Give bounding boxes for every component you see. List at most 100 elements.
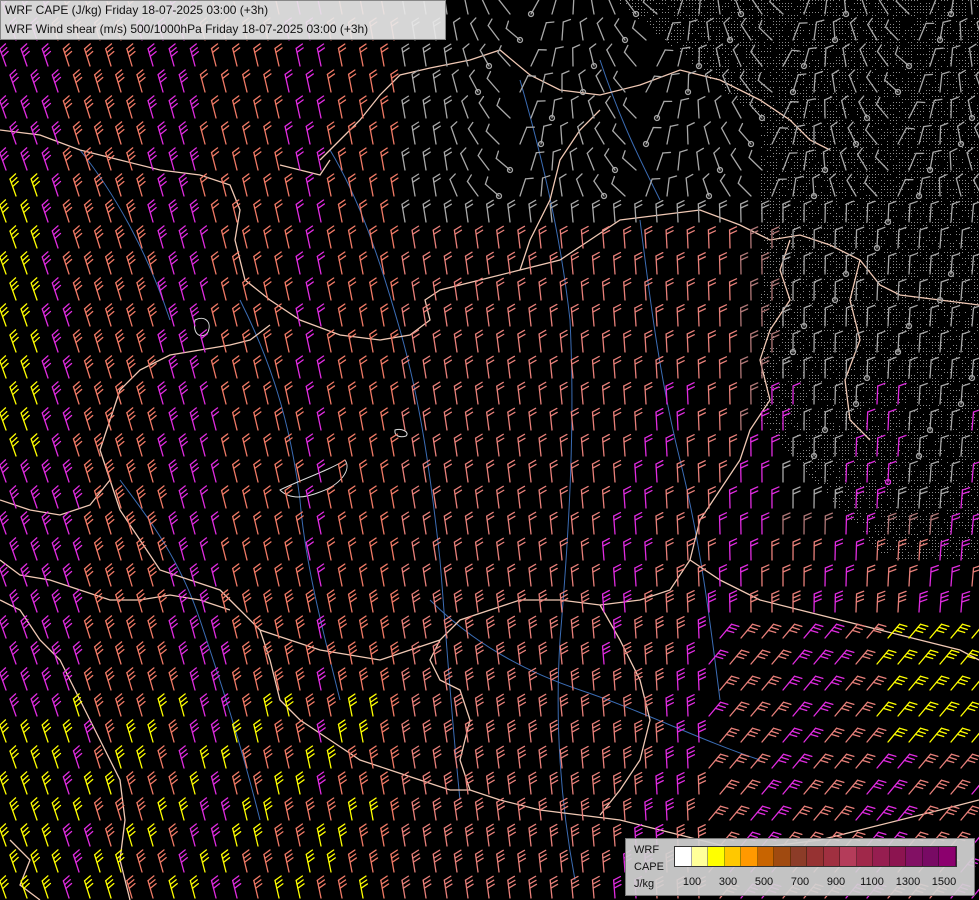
stipple-dot (770, 108, 771, 109)
stipple-dot (929, 189, 930, 190)
stipple-dot (689, 42, 690, 43)
stipple-dot (770, 258, 771, 259)
stipple-dot (872, 225, 873, 226)
stipple-dot (794, 255, 795, 256)
stipple-dot (935, 12, 936, 13)
stipple-dot (764, 219, 765, 220)
stipple-dot (773, 318, 774, 319)
stipple-dot (962, 30, 963, 31)
stipple-dot (920, 156, 921, 157)
stipple-dot (947, 183, 948, 184)
stipple-dot (884, 57, 885, 58)
stipple-dot (887, 150, 888, 151)
stipple-dot (917, 39, 918, 40)
stipple-dot (905, 48, 906, 49)
stipple-dot (815, 12, 816, 13)
stipple-dot (821, 27, 822, 28)
stipple-dot (941, 210, 942, 211)
stipple-dot (824, 15, 825, 16)
stipple-dot (968, 255, 969, 256)
stipple-dot (944, 180, 945, 181)
stipple-dot (962, 246, 963, 247)
stipple-dot (773, 87, 774, 88)
stipple-dot (881, 303, 882, 304)
stipple-dot (752, 45, 753, 46)
stipple-dot (698, 21, 699, 22)
stipple-dot (881, 240, 882, 241)
stipple-dot (830, 84, 831, 85)
stipple-dot (908, 303, 909, 304)
stipple-dot (776, 165, 777, 166)
stipple-dot (677, 36, 678, 37)
stipple-dot (785, 312, 786, 313)
stipple-dot (842, 15, 843, 16)
stipple-dot (917, 165, 918, 166)
stipple-dot (779, 3, 780, 4)
stipple-dot (899, 51, 900, 52)
stipple-dot (959, 33, 960, 34)
stipple-dot (848, 132, 849, 133)
stipple-dot (770, 225, 771, 226)
stipple-dot (965, 75, 966, 76)
stipple-dot (791, 171, 792, 172)
stipple-dot (746, 24, 747, 25)
stipple-dot (863, 129, 864, 130)
stipple-dot (800, 9, 801, 10)
stipple-dot (794, 198, 795, 199)
stipple-dot (917, 192, 918, 193)
stipple-dot (941, 57, 942, 58)
stipple-dot (866, 285, 867, 286)
stipple-dot (767, 144, 768, 145)
stipple-dot (896, 153, 897, 154)
stipple-dot (875, 255, 876, 256)
stipple-dot (752, 72, 753, 73)
stipple-dot (857, 171, 858, 172)
stipple-dot (929, 132, 930, 133)
stipple-dot (800, 135, 801, 136)
stipple-dot (848, 174, 849, 175)
stipple-dot (827, 222, 828, 223)
stipple-dot (779, 201, 780, 202)
stipple-dot (971, 162, 972, 163)
stipple-dot (857, 168, 858, 169)
stipple-dot (776, 261, 777, 262)
stipple-dot (710, 27, 711, 28)
stipple-dot (974, 36, 975, 37)
stipple-dot (767, 30, 768, 31)
stipple-dot (812, 204, 813, 205)
stipple-dot (962, 249, 963, 250)
stipple-dot (746, 78, 747, 79)
stipple-dot (776, 159, 777, 160)
stipple-dot (686, 6, 687, 7)
stipple-dot (965, 288, 966, 289)
stipple-dot (698, 0, 699, 1)
stipple-dot (812, 117, 813, 118)
stipple-dot (935, 75, 936, 76)
stipple-dot (728, 27, 729, 28)
stipple-dot (851, 18, 852, 19)
stipple-dot (869, 201, 870, 202)
stipple-dot (827, 198, 828, 199)
stipple-dot (737, 99, 738, 100)
stipple-dot (821, 39, 822, 40)
stipple-dot (926, 150, 927, 151)
stipple-dot (806, 258, 807, 259)
stipple-dot (944, 231, 945, 232)
stipple-dot (902, 189, 903, 190)
stipple-dot (977, 237, 978, 238)
stipple-dot (914, 69, 915, 70)
stipple-dot (929, 276, 930, 277)
stipple-dot (785, 3, 786, 4)
stipple-dot (887, 147, 888, 148)
stipple-dot (971, 228, 972, 229)
stipple-dot (836, 216, 837, 217)
stipple-dot (854, 237, 855, 238)
stipple-dot (836, 171, 837, 172)
stipple-dot (764, 285, 765, 286)
stipple-dot (800, 246, 801, 247)
stipple-dot (836, 240, 837, 241)
stipple-dot (917, 177, 918, 178)
stipple-dot (806, 141, 807, 142)
stipple-dot (707, 12, 708, 13)
stipple-dot (809, 171, 810, 172)
